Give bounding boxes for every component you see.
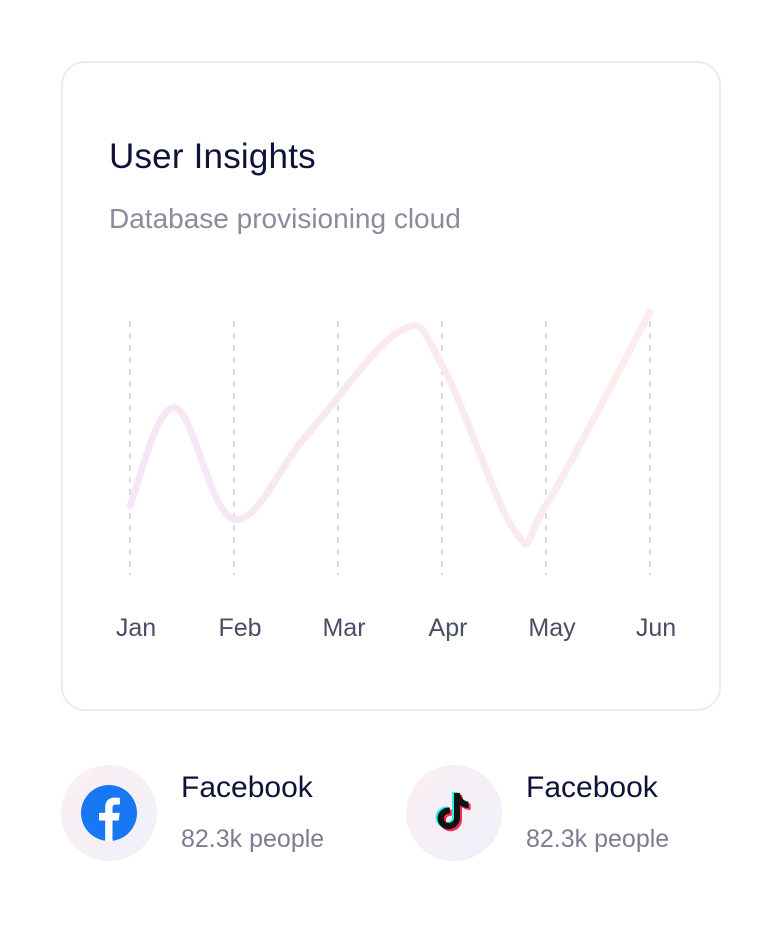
- tiktok-icon: [435, 792, 471, 832]
- social-stat-tiktok[interactable]: Facebook 82.3k people: [406, 765, 726, 861]
- user-insights-card: User Insights Database provisioning clou…: [61, 61, 721, 711]
- x-tick-label: Jan: [116, 614, 156, 642]
- social-count: 82.3k people: [181, 825, 325, 853]
- x-tick-label: Feb: [218, 614, 261, 642]
- social-count: 82.3k people: [526, 825, 670, 853]
- x-tick-label: May: [528, 614, 576, 642]
- x-tick-label: Mar: [322, 614, 365, 642]
- x-tick-label: Apr: [429, 614, 468, 642]
- facebook-icon: [81, 785, 137, 841]
- line-chart: Jan Feb Mar Apr May Jun: [116, 308, 676, 642]
- series-line: [126, 308, 654, 548]
- social-name: Facebook: [526, 771, 658, 804]
- x-tick-label: Jun: [636, 614, 676, 642]
- social-icon-badge: [406, 765, 502, 861]
- social-name: Facebook: [181, 771, 313, 804]
- social-icon-badge: [61, 765, 157, 861]
- social-stat-facebook[interactable]: Facebook 82.3k people: [61, 765, 381, 861]
